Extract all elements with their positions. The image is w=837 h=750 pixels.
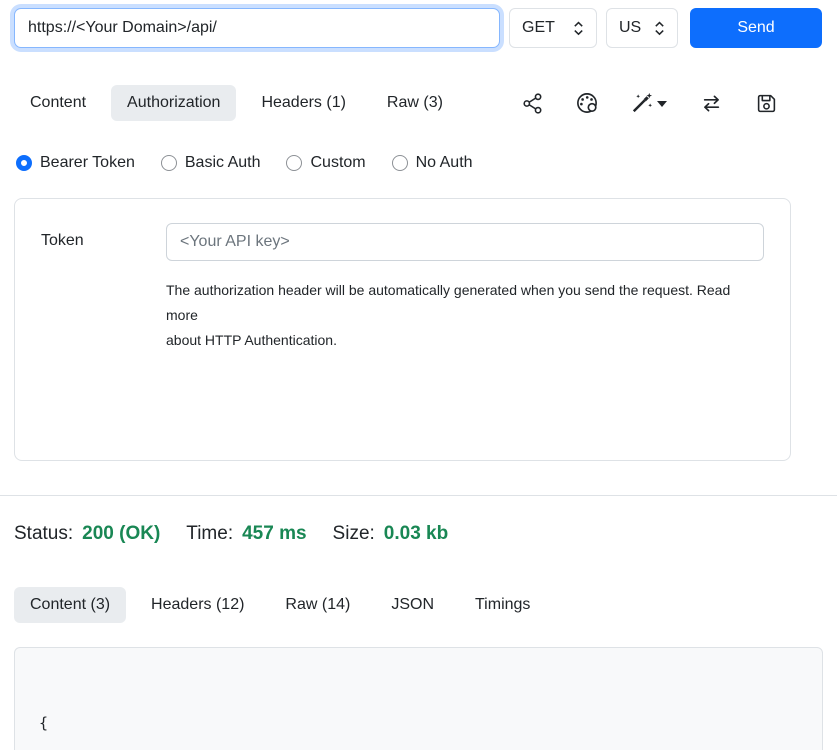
swap-arrows-icon[interactable] — [700, 93, 723, 114]
tab-response-timings[interactable]: Timings — [459, 587, 546, 623]
auth-option-label: Custom — [310, 154, 365, 172]
size-value: 0.03 kb — [384, 523, 448, 545]
tab-raw[interactable]: Raw (3) — [371, 85, 459, 121]
chevron-down-icon — [657, 101, 667, 107]
auth-option-bearer-token[interactable]: Bearer Token — [16, 154, 135, 172]
auth-option-label: No Auth — [416, 154, 473, 172]
region-select[interactable]: US — [606, 8, 678, 48]
auth-option-basic-auth[interactable]: Basic Auth — [161, 154, 261, 172]
auth-option-label: Bearer Token — [40, 154, 135, 172]
tab-response-raw[interactable]: Raw (14) — [269, 587, 366, 623]
token-field-label: Token — [41, 223, 166, 436]
tab-response-content[interactable]: Content (3) — [14, 587, 126, 623]
radio-icon — [286, 155, 302, 171]
tab-response-headers[interactable]: Headers (12) — [135, 587, 260, 623]
auth-option-no-auth[interactable]: No Auth — [392, 154, 473, 172]
palette-icon[interactable] — [576, 92, 598, 114]
share-nodes-icon[interactable] — [522, 93, 543, 114]
save-icon[interactable] — [756, 93, 777, 114]
response-status-bar: Status: 200 (OK) Time: 457 ms Size: 0.03… — [14, 523, 823, 545]
url-input[interactable] — [14, 8, 500, 48]
radio-icon — [161, 155, 177, 171]
region-select-value: US — [619, 19, 641, 37]
token-input[interactable] — [166, 223, 764, 261]
time-label: Time: — [186, 523, 233, 545]
tab-authorization[interactable]: Authorization — [111, 85, 236, 121]
tab-response-json[interactable]: JSON — [375, 587, 450, 623]
method-select[interactable]: GET — [509, 8, 597, 48]
size-label: Size: — [333, 523, 375, 545]
request-toolbar — [522, 92, 823, 114]
token-panel: Token The authorization header will be a… — [14, 198, 791, 461]
magic-wand-sparkles-icon[interactable] — [631, 92, 667, 114]
auth-type-options: Bearer Token Basic Auth Custom No Auth — [16, 154, 823, 172]
response-tabs: Content (3) Headers (12) Raw (14) JSON T… — [14, 587, 823, 623]
token-help-text: The authorization header will be automat… — [166, 278, 764, 353]
auth-option-custom[interactable]: Custom — [286, 154, 365, 172]
token-help-line-2: about HTTP Authentication. — [166, 332, 337, 348]
token-help-line-1: The authorization header will be automat… — [166, 282, 730, 323]
tab-headers[interactable]: Headers (1) — [245, 85, 361, 121]
tab-content[interactable]: Content — [14, 85, 102, 121]
radio-icon — [392, 155, 408, 171]
response-body: { "message": "API running." } — [14, 647, 823, 750]
request-tabs: Content Authorization Headers (1) Raw (3… — [14, 85, 823, 121]
send-button[interactable]: Send — [690, 8, 822, 48]
updown-arrows-icon — [654, 21, 665, 36]
status-label: Status: — [14, 523, 73, 545]
status-value: 200 (OK) — [82, 523, 160, 545]
updown-arrows-icon — [573, 21, 584, 36]
radio-checked-icon — [16, 155, 32, 171]
time-value: 457 ms — [242, 523, 306, 545]
code-line: { — [39, 711, 798, 736]
request-bar: GET US Send — [0, 0, 837, 48]
auth-option-label: Basic Auth — [185, 154, 261, 172]
section-divider — [0, 495, 837, 496]
method-select-value: GET — [522, 19, 555, 37]
